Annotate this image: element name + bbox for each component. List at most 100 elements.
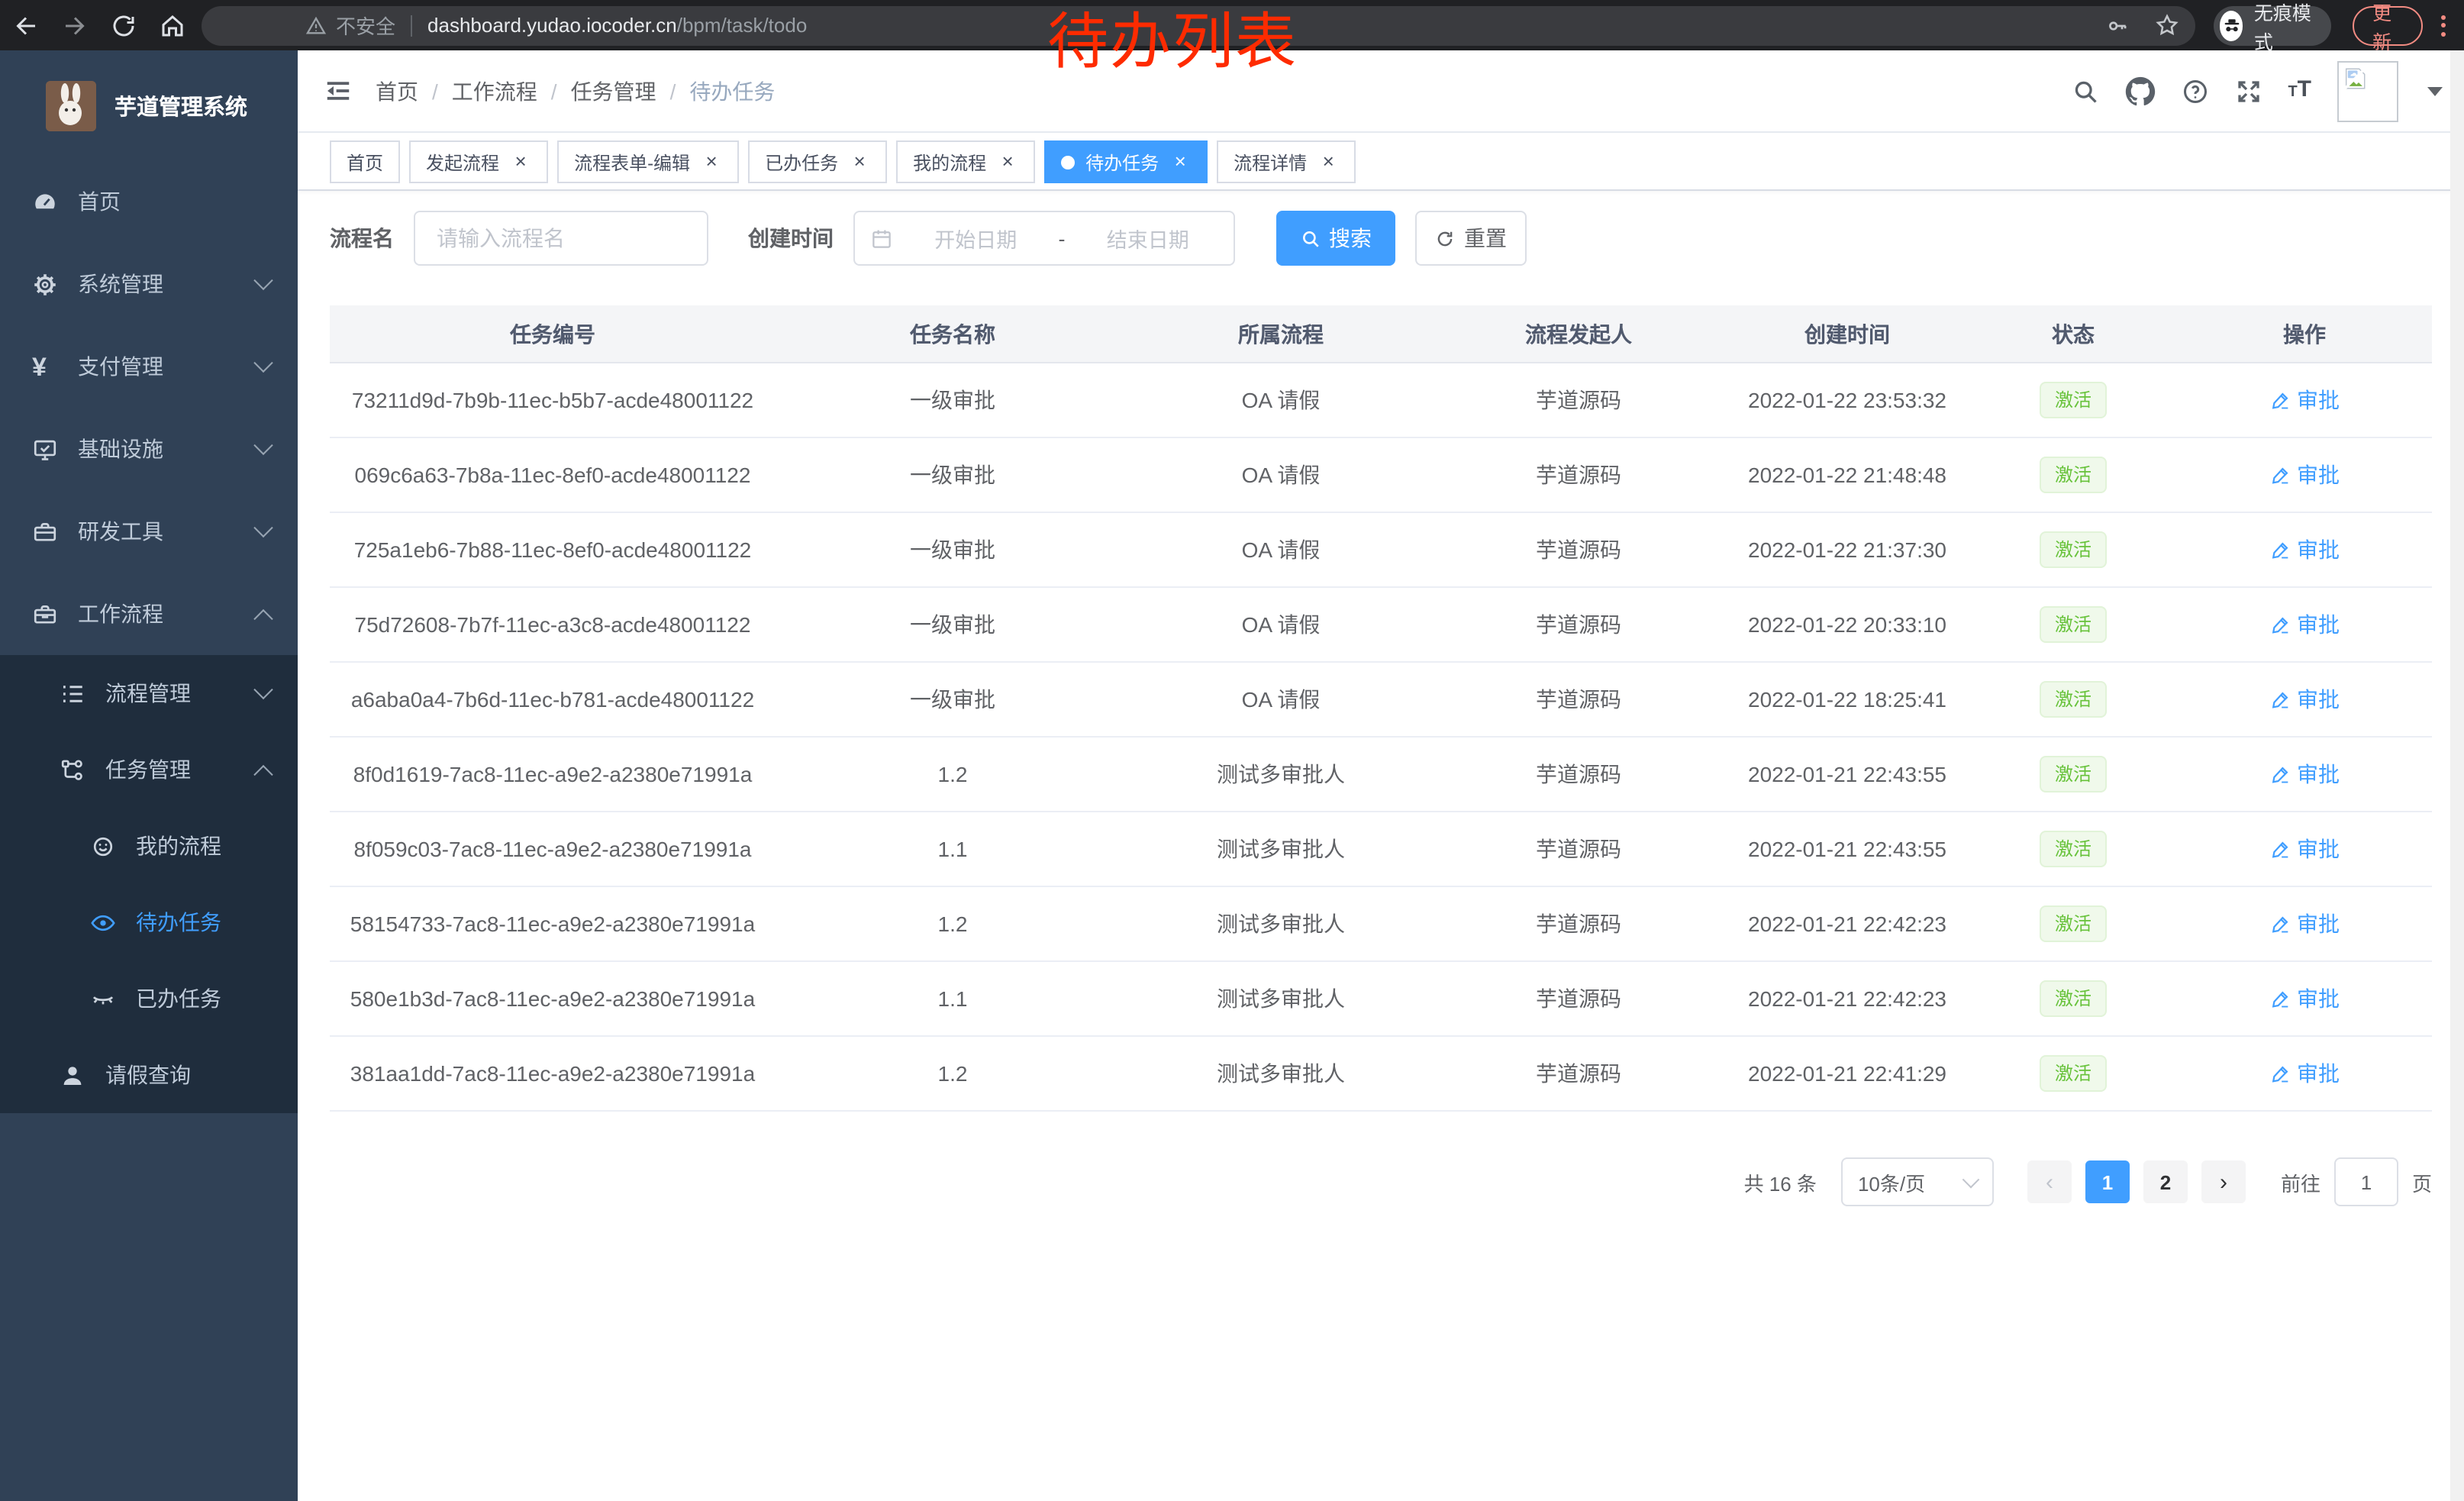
cell-status: 激活 <box>1969 831 2177 867</box>
cell-initiator: 芋道源码 <box>1432 759 1725 789</box>
prev-page-button[interactable]: ‹ <box>2027 1160 2072 1203</box>
tab-3[interactable]: 已办任务× <box>748 140 887 183</box>
close-icon[interactable]: × <box>701 151 722 173</box>
cell-create-time: 2022-01-22 20:33:10 <box>1725 612 1969 637</box>
chevron-down-icon <box>253 518 273 537</box>
tab-0[interactable]: 首页 <box>330 140 400 183</box>
sidebar-item-1[interactable]: 系统管理 <box>0 243 298 325</box>
tab-2[interactable]: 流程表单-编辑× <box>557 140 739 183</box>
help-icon[interactable] <box>2181 77 2208 105</box>
github-icon[interactable] <box>2124 76 2155 106</box>
pencil-icon <box>2269 763 2291 785</box>
reset-button[interactable]: 重置 <box>1415 211 1527 266</box>
table-row: 725a1eb6-7b88-11ec-8ef0-acde48001122一级审批… <box>330 513 2432 588</box>
app-title: 芋道管理系统 <box>114 89 247 121</box>
cell-task-name: 1.2 <box>776 762 1130 786</box>
process-name-label: 流程名 <box>330 223 394 253</box>
close-icon[interactable]: × <box>510 151 531 173</box>
cell-process: OA 请假 <box>1130 534 1432 565</box>
sidebar-item-10[interactable]: 已办任务 <box>0 960 298 1037</box>
sidebar-item-9[interactable]: 待办任务 <box>0 884 298 960</box>
approve-link[interactable]: 审批 <box>2269 534 2340 565</box>
reload-icon[interactable] <box>110 11 137 39</box>
warning-icon <box>305 15 327 36</box>
tab-1[interactable]: 发起流程× <box>409 140 548 183</box>
approve-link[interactable]: 审批 <box>2269 909 2340 939</box>
close-icon[interactable]: × <box>997 151 1018 173</box>
search-icon[interactable] <box>2071 77 2098 105</box>
scrollbar[interactable] <box>2450 50 2464 1501</box>
table-row: 069c6a63-7b8a-11ec-8ef0-acde48001122一级审批… <box>330 438 2432 513</box>
tab-5[interactable]: 待办任务× <box>1044 140 1208 183</box>
sidebar-item-0[interactable]: 首页 <box>0 160 298 243</box>
sidebar-item-5[interactable]: 工作流程 <box>0 573 298 655</box>
breadcrumb-workflow[interactable]: 工作流程 <box>452 76 537 106</box>
next-page-button[interactable]: › <box>2201 1160 2246 1203</box>
url-path: /bpm/task/todo <box>677 14 808 37</box>
star-icon[interactable] <box>2154 12 2180 38</box>
approve-link[interactable]: 审批 <box>2269 609 2340 640</box>
date-range-picker[interactable]: 开始日期 - 结束日期 <box>853 211 1235 266</box>
sidebar-item-2[interactable]: ¥支付管理 <box>0 325 298 408</box>
approve-link[interactable]: 审批 <box>2269 385 2340 415</box>
cell-task-id: 069c6a63-7b8a-11ec-8ef0-acde48001122 <box>330 463 776 487</box>
sidebar-item-6[interactable]: 流程管理 <box>0 655 298 731</box>
page-button-1[interactable]: 1 <box>2085 1160 2130 1203</box>
sidebar-item-4[interactable]: 研发工具 <box>0 490 298 573</box>
hamburger-collapse-icon[interactable] <box>324 76 353 105</box>
monitor-icon <box>32 436 58 462</box>
eye-closed-icon <box>90 986 116 1012</box>
forward-icon[interactable] <box>61 11 89 39</box>
approve-link[interactable]: 审批 <box>2269 460 2340 490</box>
page-button-2[interactable]: 2 <box>2143 1160 2188 1203</box>
close-icon[interactable]: × <box>1317 151 1339 173</box>
close-icon[interactable]: × <box>1169 151 1191 173</box>
menu-dots-icon[interactable] <box>2435 11 2452 39</box>
search-button[interactable]: 搜索 <box>1276 211 1395 266</box>
approve-link[interactable]: 审批 <box>2269 983 2340 1014</box>
breadcrumb-separator: / <box>670 79 676 103</box>
sidebar-item-11[interactable]: 请假查询 <box>0 1037 298 1113</box>
back-icon[interactable] <box>12 11 40 39</box>
browser-nav <box>12 11 186 39</box>
cell-initiator: 芋道源码 <box>1432 684 1725 715</box>
breadcrumb-task-mgmt[interactable]: 任务管理 <box>571 76 656 106</box>
cell-task-name: 一级审批 <box>776 684 1130 715</box>
tab-4[interactable]: 我的流程× <box>896 140 1035 183</box>
approve-link[interactable]: 审批 <box>2269 759 2340 789</box>
cell-task-name: 1.1 <box>776 986 1130 1011</box>
app-logo-row[interactable]: 芋道管理系统 <box>0 50 298 160</box>
table-row: 580e1b3d-7ac8-11ec-a9e2-a2380e71991a1.1测… <box>330 962 2432 1037</box>
page-size-select[interactable]: 10条/页 <box>1841 1157 1994 1206</box>
key-icon[interactable] <box>2105 13 2130 37</box>
breadcrumb-home[interactable]: 首页 <box>376 76 418 106</box>
process-name-input[interactable] <box>434 224 689 252</box>
avatar[interactable] <box>2337 60 2398 121</box>
home-icon[interactable] <box>159 11 186 39</box>
tab-6[interactable]: 流程详情× <box>1217 140 1356 183</box>
site-security-chip[interactable]: 不安全 <box>305 11 395 40</box>
breadcrumb-current: 待办任务 <box>689 76 775 106</box>
update-button[interactable]: 更新 <box>2353 5 2423 45</box>
approve-link[interactable]: 审批 <box>2269 834 2340 864</box>
font-size-icon[interactable]: TT <box>2288 76 2311 106</box>
sidebar-item-7[interactable]: 任务管理 <box>0 731 298 808</box>
cell-status: 激活 <box>1969 980 2177 1017</box>
todo-task-table: 任务编号 任务名称 所属流程 流程发起人 创建时间 状态 操作 73211d9d… <box>330 305 2432 1112</box>
cell-task-id: 8f0d1619-7ac8-11ec-a9e2-a2380e71991a <box>330 762 776 786</box>
cell-task-id: 8f059c03-7ac8-11ec-a9e2-a2380e71991a <box>330 837 776 861</box>
cell-task-id: 73211d9d-7b9b-11ec-b5b7-acde48001122 <box>330 388 776 412</box>
sidebar-item-3[interactable]: 基础设施 <box>0 408 298 490</box>
close-icon[interactable]: × <box>849 151 870 173</box>
cell-initiator: 芋道源码 <box>1432 460 1725 490</box>
sidebar-item-8[interactable]: 我的流程 <box>0 808 298 884</box>
cell-process: OA 请假 <box>1130 385 1432 415</box>
approve-link[interactable]: 审批 <box>2269 1058 2340 1089</box>
range-separator: - <box>1059 227 1066 250</box>
chevron-down-icon[interactable] <box>2427 86 2443 95</box>
fullscreen-icon[interactable] <box>2234 77 2262 105</box>
approve-link[interactable]: 审批 <box>2269 684 2340 715</box>
security-label: 不安全 <box>336 11 395 40</box>
cell-process: 测试多审批人 <box>1130 983 1432 1014</box>
goto-page-input[interactable] <box>2334 1157 2398 1206</box>
